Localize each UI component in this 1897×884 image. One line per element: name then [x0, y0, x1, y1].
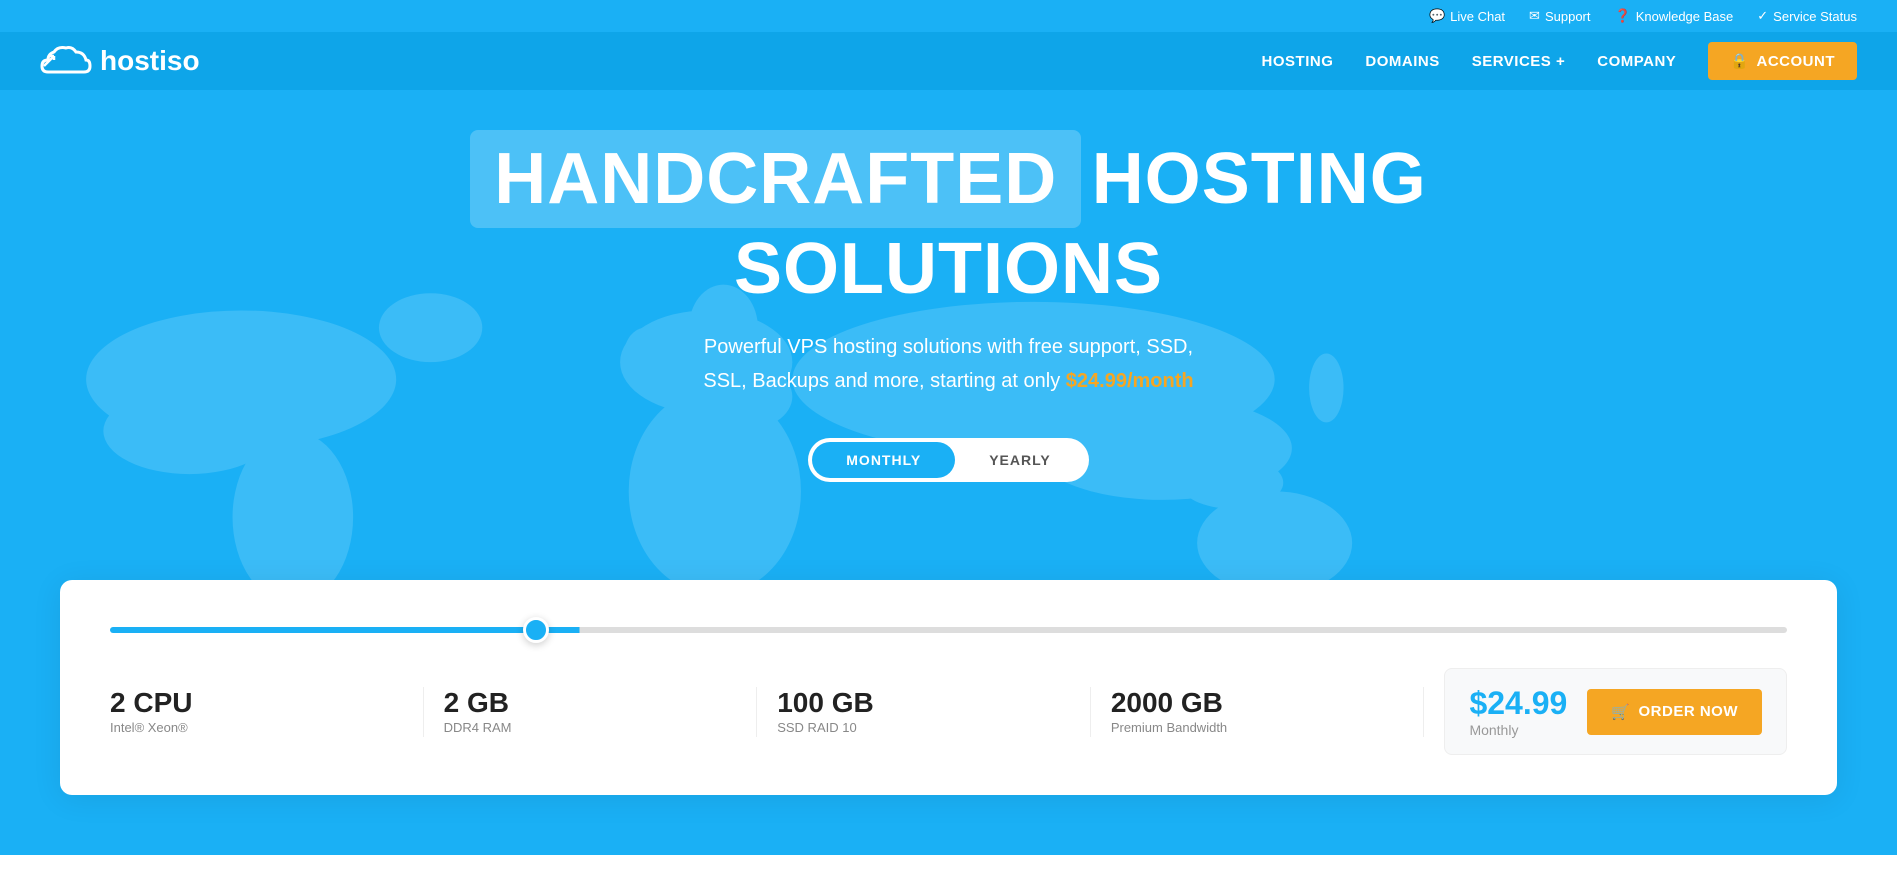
toggle-yearly[interactable]: YEARLY: [955, 442, 1085, 478]
storage-label: SSD RAID 10: [777, 720, 856, 735]
price-slider[interactable]: [110, 627, 1787, 633]
support-label: Support: [1545, 9, 1591, 24]
nav-services[interactable]: SERVICES: [1472, 53, 1566, 70]
spec-divider-4: [1423, 687, 1424, 737]
logo-text: hostiso: [100, 45, 200, 77]
order-now-button[interactable]: 🛒 ORDER NOW: [1587, 689, 1762, 735]
toggle-monthly[interactable]: MONTHLY: [812, 442, 955, 478]
hero-price-highlight: $24.99/month: [1066, 370, 1194, 392]
knowledge-icon: ❓: [1615, 8, 1631, 24]
spec-cpu: 2 CPU Intel® Xeon®: [110, 687, 403, 737]
hero-subtitle-text1: Powerful VPS hosting solutions with free…: [704, 336, 1193, 358]
price-period: Monthly: [1469, 722, 1567, 738]
price-info: $24.99 Monthly: [1469, 685, 1567, 738]
service-status-link[interactable]: ✓ Service Status: [1757, 8, 1857, 24]
cpu-label: Intel® Xeon®: [110, 720, 188, 735]
lock-icon: 🔒: [1730, 52, 1749, 70]
specs-row: 2 CPU Intel® Xeon® 2 GB DDR4 RAM 100 GB …: [110, 668, 1787, 755]
storage-value: 100 GB: [777, 687, 1070, 719]
cart-icon: 🛒: [1611, 703, 1630, 721]
nav-company[interactable]: COMPANY: [1597, 53, 1676, 70]
cpu-value: 2 CPU: [110, 687, 403, 719]
top-bar: 💬 Live Chat ✉ Support ❓ Knowledge Base ✓…: [0, 0, 1897, 32]
nav-links: HOSTING DOMAINS SERVICES COMPANY 🔒 ACCOU…: [1262, 42, 1857, 80]
ram-value: 2 GB: [444, 687, 737, 719]
service-status-label: Service Status: [1773, 9, 1857, 24]
knowledge-base-label: Knowledge Base: [1636, 9, 1734, 24]
hero-subtitle: Powerful VPS hosting solutions with free…: [249, 330, 1649, 398]
account-label: ACCOUNT: [1757, 53, 1836, 70]
spec-divider-2: [756, 687, 757, 737]
live-chat-link[interactable]: 💬 Live Chat: [1429, 8, 1505, 24]
knowledge-base-link[interactable]: ❓ Knowledge Base: [1615, 8, 1734, 24]
hero-subtitle-text2: SSL, Backups and more, starting at only: [703, 370, 1065, 392]
support-link[interactable]: ✉ Support: [1529, 8, 1590, 24]
bandwidth-value: 2000 GB: [1111, 687, 1404, 719]
account-button[interactable]: 🔒 ACCOUNT: [1708, 42, 1857, 80]
order-btn-label: ORDER NOW: [1639, 703, 1739, 720]
spec-divider-1: [423, 687, 424, 737]
price-order-box: $24.99 Monthly 🛒 ORDER NOW: [1444, 668, 1787, 755]
main-navbar: hostiso HOSTING DOMAINS SERVICES COMPANY…: [0, 32, 1897, 90]
nav-hosting[interactable]: HOSTING: [1262, 53, 1334, 70]
chat-icon: 💬: [1429, 8, 1445, 24]
hero-content: HANDCRAFTED HOSTING SOLUTIONS Powerful V…: [249, 130, 1649, 482]
pricing-section: 2 CPU Intel® Xeon® 2 GB DDR4 RAM 100 GB …: [60, 580, 1837, 795]
bandwidth-label: Premium Bandwidth: [1111, 720, 1227, 735]
slider-container: [110, 620, 1787, 638]
nav-domains[interactable]: DOMAINS: [1365, 53, 1439, 70]
status-icon: ✓: [1757, 8, 1768, 24]
billing-toggle: MONTHLY YEARLY: [808, 438, 1088, 482]
ram-label: DDR4 RAM: [444, 720, 512, 735]
support-icon: ✉: [1529, 8, 1540, 24]
live-chat-label: Live Chat: [1450, 9, 1505, 24]
hero-title: HANDCRAFTED HOSTING SOLUTIONS: [249, 130, 1649, 310]
spec-divider-3: [1090, 687, 1091, 737]
spec-storage: 100 GB SSD RAID 10: [777, 687, 1070, 737]
hero-title-highlight: HANDCRAFTED: [470, 130, 1081, 228]
spec-bandwidth: 2000 GB Premium Bandwidth: [1111, 687, 1404, 737]
price-value: $24.99: [1469, 685, 1567, 722]
logo-icon: [40, 42, 92, 80]
logo[interactable]: hostiso: [40, 42, 200, 80]
spec-ram: 2 GB DDR4 RAM: [444, 687, 737, 737]
hero-section: HANDCRAFTED HOSTING SOLUTIONS Powerful V…: [0, 90, 1897, 620]
